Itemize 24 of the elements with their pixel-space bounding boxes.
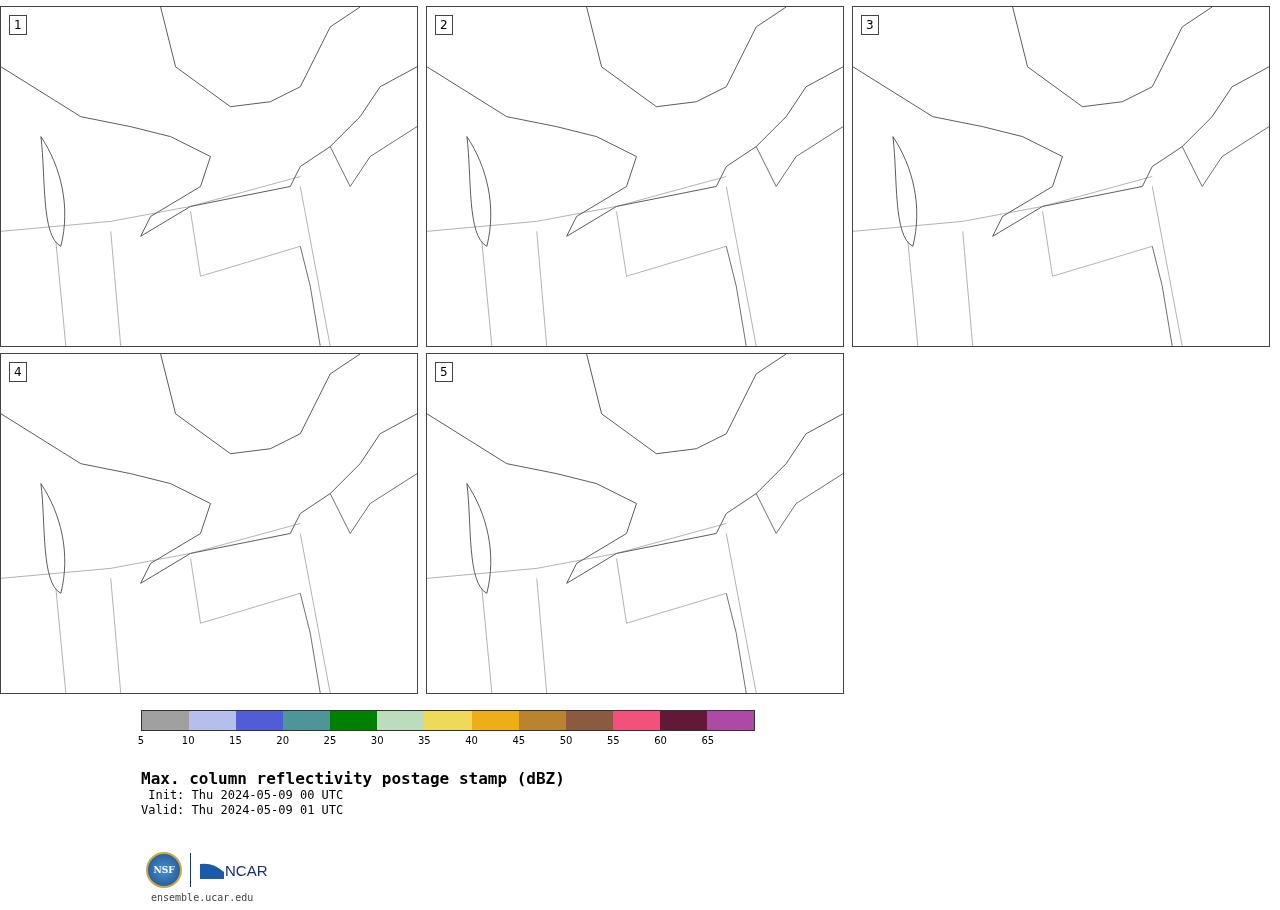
tick-label: 10 [181,735,195,746]
tick-label: 65 [701,735,715,746]
tick-label: 15 [229,735,242,746]
tick-label: 5 [137,735,145,746]
tick-label: 55 [606,735,620,746]
plot-title: Max. column reflectivity postage stamp (dBZ) [141,769,566,788]
valid-time: Valid: Thu 2024-05-09 01 UTC [141,803,345,818]
tick-label: 35 [418,735,431,746]
tick-label: 25 [323,735,337,746]
tick-label: 30 [370,735,384,746]
site-url: ensemble.ucar.edu [151,892,255,903]
nsf-logo: NSF [146,852,182,888]
tick-label: 40 [465,735,478,746]
tick-label: 50 [559,735,573,746]
panel-number: 1 [9,15,27,35]
tick-label: 60 [654,735,667,746]
panel-number: 3 [861,15,879,35]
panel-number: 4 [9,362,27,382]
tick-label: 20 [276,735,290,746]
panel-number: 2 [435,15,453,35]
ncar-logo: NCAR [225,861,268,879]
panel-number: 5 [435,362,453,382]
tick-label: 45 [512,735,526,746]
init-time: Init: Thu 2024-05-09 00 UTC [147,788,345,803]
